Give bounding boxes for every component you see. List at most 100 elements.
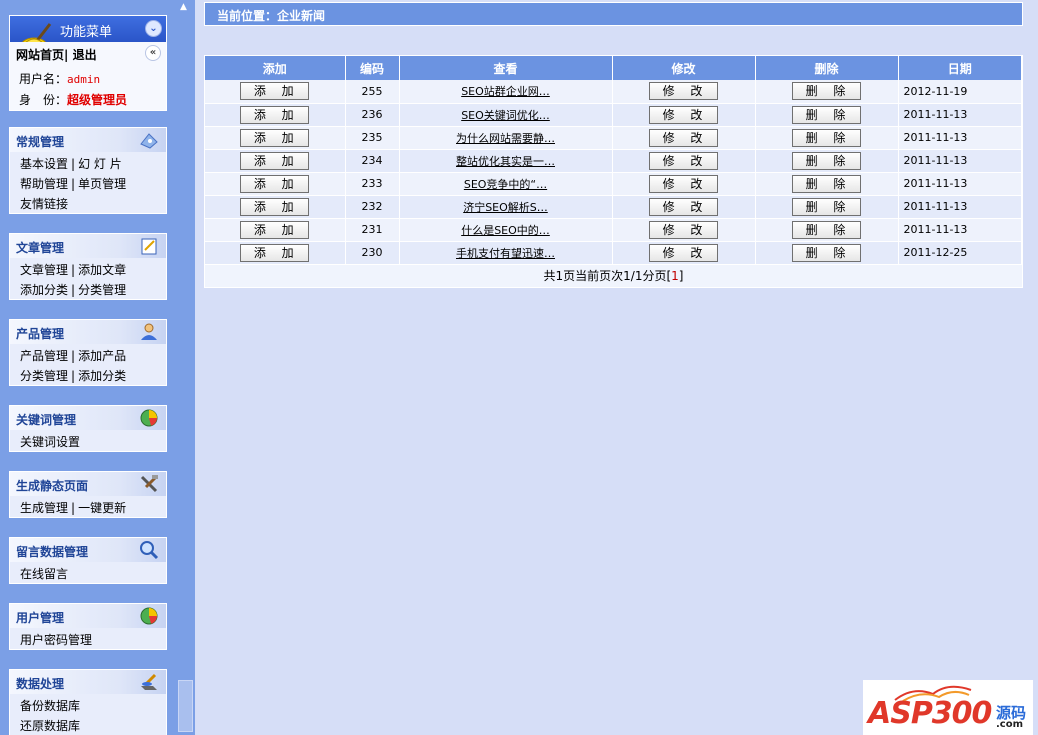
pagination-close: ] [678,268,684,283]
panel-links: 产品管理 | 添加产品 分类管理 | 添加分类 [20,349,127,383]
pagination-text: 共1页当前页次1/1分页[ [543,268,672,283]
news-title-link[interactable]: SEO关键词优化… [461,109,550,122]
panel-header: 关键词管理 [10,406,166,430]
delete-button[interactable]: 删 除 [792,174,861,193]
row-id: 230 [345,241,400,265]
link-friend-links[interactable]: 友情链接 [20,197,68,211]
logout-link[interactable]: 退出 [73,48,97,62]
add-button[interactable]: 添 加 [240,151,310,170]
panel-links: 基本设置 | 幻 灯 片 帮助管理 | 单页管理 友情链接 [20,157,127,211]
row-date: 2011-11-13 [898,149,1022,173]
link-keyword-settings[interactable]: 关键词设置 [20,435,80,449]
news-title-link[interactable]: 为什么网站需要静… [456,132,555,145]
add-button[interactable]: 添 加 [240,174,310,193]
chevron-down-icon[interactable]: ⌄ [145,20,162,37]
link-add-article[interactable]: 添加文章 [78,263,126,277]
panel-links: 备份数据库 还原数据库 [10,694,166,735]
link-restore-database[interactable]: 还原数据库 [20,719,80,733]
add-button[interactable]: 添 加 [240,105,310,124]
link-one-click-update[interactable]: 一键更新 [78,501,126,515]
news-title-link[interactable]: 什么是SEO中的… [461,224,550,237]
news-table-container: 添加 编码 查看 修改 删除 日期 添 加 255 SEO站群企业网… 修 改 … [204,55,1023,288]
panel-data: 数据处理 备份数据库 还原数据库 [9,669,167,735]
delete-button[interactable]: 删 除 [792,105,861,124]
delete-button[interactable]: 删 除 [792,243,861,262]
panel-product: 产品管理 产品管理 | 添加产品 分类管理 | 添加分类 [9,319,167,386]
row-date: 2011-11-13 [898,172,1022,196]
table-row: 添 加 232 济宁SEO解析S… 修 改 删 除 2011-11-13 [205,195,1022,219]
edit-button[interactable]: 修 改 [649,174,718,193]
delete-button[interactable]: 删 除 [792,82,861,101]
panel-title: 留言数据管理 [16,545,89,559]
link-basic-settings[interactable]: 基本设置 [20,157,68,171]
row-id: 235 [345,126,400,150]
header-delete: 删除 [755,56,899,80]
product-icon [141,323,157,340]
edit-button[interactable]: 修 改 [649,197,718,216]
edit-button[interactable]: 修 改 [649,82,718,101]
link-add-category[interactable]: 添加分类 [20,283,68,297]
page-link-1[interactable]: 1 [671,269,679,283]
panel-header: 留言数据管理 [10,538,166,562]
delete-button[interactable]: 删 除 [792,151,861,170]
panel-header: 生成静态页面 [10,472,166,496]
news-title-link[interactable]: 整站优化其实是一… [456,155,555,168]
link-product-category-management[interactable]: 分类管理 [20,369,68,383]
edit-button[interactable]: 修 改 [649,128,718,147]
link-product-management[interactable]: 产品管理 [20,349,68,363]
add-button[interactable]: 添 加 [240,82,310,101]
link-online-message[interactable]: 在线留言 [20,567,68,581]
link-article-management[interactable]: 文章管理 [20,263,68,277]
link-add-product-category[interactable]: 添加分类 [78,369,126,383]
edit-button[interactable]: 修 改 [649,105,718,124]
add-button[interactable]: 添 加 [240,220,310,239]
panel-header: 常规管理 [10,128,166,152]
edit-button[interactable]: 修 改 [649,220,718,239]
edit-button[interactable]: 修 改 [649,243,718,262]
link-backup-database[interactable]: 备份数据库 [20,699,80,713]
top-nav: 网站首页| 退出 [16,46,97,63]
collapse-left-icon[interactable]: « [145,45,161,61]
panel-keyword: 关键词管理 关键词设置 [9,405,167,452]
news-title-link[interactable]: 手机支付有望迅速… [456,247,555,260]
news-title-link[interactable]: SEO站群企业网… [461,85,550,98]
panel-user: 用户管理 用户密码管理 [9,603,167,650]
news-title-link[interactable]: SEO竞争中的“… [464,178,547,191]
link-add-product[interactable]: 添加产品 [78,349,126,363]
panel-message: 留言数据管理 在线留言 [9,537,167,584]
chart-icon [140,409,158,427]
table-row: 添 加 235 为什么网站需要静… 修 改 删 除 2011-11-13 [205,126,1022,150]
delete-button[interactable]: 删 除 [792,197,861,216]
table-row: 添 加 236 SEO关键词优化… 修 改 删 除 2011-11-13 [205,103,1022,127]
scrollbar-thumb[interactable] [178,680,193,732]
panel-links: 文章管理 | 添加文章 添加分类 | 分类管理 [20,263,127,297]
panel-title: 数据处理 [16,677,65,691]
table-header-row: 添加 编码 查看 修改 删除 日期 [205,56,1022,80]
add-button[interactable]: 添 加 [240,243,310,262]
row-id: 236 [345,103,400,127]
row-date: 2012-11-19 [898,80,1022,104]
link-category-management[interactable]: 分类管理 [78,283,126,297]
add-button[interactable]: 添 加 [240,197,310,216]
sidebar-scrollbar[interactable]: ▲ [176,0,195,735]
breadcrumb-text: 当前位置：企业新闻 [217,9,326,23]
magnifier-icon [140,541,159,560]
breadcrumb: 当前位置：企业新闻 [204,2,1023,26]
link-slideshow[interactable]: 幻 灯 片 [78,157,122,171]
home-link[interactable]: 网站首页 [16,48,64,62]
news-title-link[interactable]: 济宁SEO解析S… [463,201,548,214]
link-user-password-management[interactable]: 用户密码管理 [20,633,92,647]
watermark-brand: ASP300 [868,696,992,731]
news-table: 添加 编码 查看 修改 删除 日期 添 加 255 SEO站群企业网… 修 改 … [205,56,1022,265]
link-help-management[interactable]: 帮助管理 [20,177,68,191]
edit-button[interactable]: 修 改 [649,151,718,170]
panel-links: 在线留言 [10,562,166,586]
link-generate-management[interactable]: 生成管理 [20,501,68,515]
delete-button[interactable]: 删 除 [792,220,861,239]
delete-button[interactable]: 删 除 [792,128,861,147]
link-single-page-management[interactable]: 单页管理 [78,177,126,191]
add-button[interactable]: 添 加 [240,128,310,147]
row-date: 2011-11-13 [898,126,1022,150]
table-row: 添 加 255 SEO站群企业网… 修 改 删 除 2012-11-19 [205,80,1022,104]
scroll-up-icon[interactable]: ▲ [180,2,187,12]
